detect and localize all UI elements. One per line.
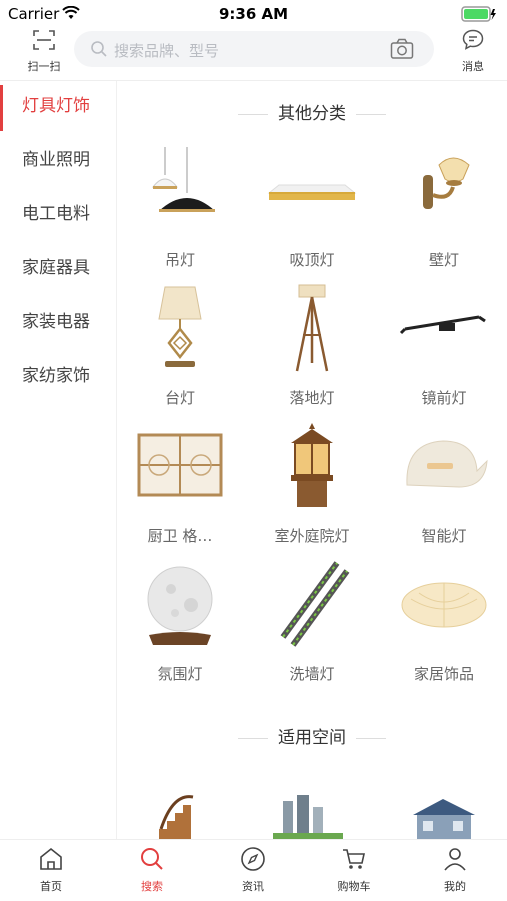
tab-label: 购物车 [337, 880, 371, 893]
category-name: 室外庭院灯 [274, 527, 350, 545]
top-bar: 扫一扫 搜索品牌、型号 消息 [0, 28, 507, 80]
wall-lamp-icon [423, 157, 470, 209]
ceiling-lamp-icon [267, 184, 357, 200]
mirror-lamp-icon [399, 315, 486, 335]
category-name: 吊灯 [164, 251, 195, 269]
sidebar-item-home-appliances[interactable]: 家庭器具 [0, 243, 116, 297]
tab-label: 搜索 [141, 880, 163, 893]
section-title: 适用空间 [278, 728, 346, 748]
bottom-tab-bar: 首页 搜索 资讯 购物车 我的 [0, 839, 507, 901]
tab-news[interactable]: 资讯 [213, 846, 293, 894]
category-name: 氛围灯 [157, 665, 203, 683]
section-header-spaces: 适用空间 [117, 723, 507, 748]
tab-profile[interactable]: 我的 [415, 846, 495, 894]
sidebar-item-electrical[interactable]: 电工电料 [0, 189, 116, 243]
category-sidebar: 灯具灯饰 商业照明 电工电料 家庭器具 家装电器 家纺家饰 [0, 81, 117, 839]
home-decor-lamp-icon [401, 582, 487, 628]
kitchen-bath-lamp-icon [137, 433, 223, 497]
tab-label: 资讯 [242, 880, 264, 893]
sidebar-item-commercial-lighting[interactable]: 商业照明 [0, 135, 116, 189]
tab-home[interactable]: 首页 [11, 846, 91, 894]
house-space-icon[interactable] [409, 797, 479, 839]
pendant-lamp-icon [151, 147, 215, 212]
category-name: 壁灯 [428, 251, 459, 269]
category-item[interactable]: 壁灯 [385, 145, 503, 275]
category-item[interactable]: 台灯 [121, 283, 239, 413]
tab-cart[interactable]: 购物车 [314, 846, 394, 894]
category-name: 智能灯 [421, 527, 467, 545]
category-item[interactable]: 吊灯 [121, 145, 239, 275]
search-icon [141, 848, 163, 870]
category-item[interactable]: 镜前灯 [385, 283, 503, 413]
camera-icon[interactable] [390, 38, 414, 60]
sidebar-item-lighting[interactable]: 灯具灯饰 [0, 81, 116, 135]
compass-icon [241, 847, 265, 871]
category-name: 洗墙灯 [289, 665, 335, 683]
category-content: 其他分类 吊灯 吸顶灯 壁灯 台灯 落地灯 镜前灯 厨卫 格… 室外庭院灯 智能… [117, 81, 507, 839]
smart-lamp-icon [406, 440, 488, 488]
outdoor-garden-lamp-icon [291, 423, 333, 507]
tab-label: 我的 [444, 880, 466, 893]
section-title: 其他分类 [278, 104, 346, 124]
category-item[interactable]: 落地灯 [253, 283, 371, 413]
sidebar-item-home-electrical[interactable]: 家装电器 [0, 297, 116, 351]
messages-label: 消息 [462, 60, 484, 73]
category-name: 厨卫 格… [147, 527, 213, 545]
category-name: 家居饰品 [413, 665, 474, 683]
sidebar-item-home-textiles[interactable]: 家纺家饰 [0, 351, 116, 405]
home-icon [40, 847, 62, 870]
messages-button[interactable]: 消息 [451, 28, 495, 74]
moon-lamp-icon [147, 566, 213, 645]
search-placeholder: 搜索品牌、型号 [114, 42, 220, 60]
section-header-other-categories: 其他分类 [117, 99, 507, 124]
floor-lamp-icon [295, 284, 329, 372]
user-icon [444, 848, 466, 871]
scan-button[interactable]: 扫一扫 [16, 28, 72, 74]
cart-icon [343, 849, 365, 869]
category-name: 吸顶灯 [289, 251, 335, 269]
category-name: 台灯 [164, 389, 195, 407]
category-item[interactable]: 洗墙灯 [253, 559, 371, 689]
space-grid [117, 781, 507, 839]
chat-bubble-icon [462, 29, 484, 50]
category-name: 镜前灯 [421, 389, 467, 407]
category-item[interactable]: 智能灯 [385, 421, 503, 551]
search-input[interactable]: 搜索品牌、型号 [74, 31, 434, 67]
clock: 9:36 AM [218, 5, 289, 23]
staircase-space-icon[interactable] [153, 789, 203, 839]
wall-washer-icon [280, 561, 350, 647]
search-icon [91, 41, 107, 57]
category-item[interactable]: 室外庭院灯 [253, 421, 371, 551]
building-space-icon[interactable] [273, 795, 343, 839]
scan-icon [33, 30, 55, 50]
status-bar: Carrier 9:36 AM [0, 0, 507, 28]
category-item[interactable]: 厨卫 格… [121, 421, 239, 551]
tab-label: 首页 [40, 880, 62, 893]
category-item[interactable]: 吸顶灯 [253, 145, 371, 275]
tab-search[interactable]: 搜索 [112, 846, 192, 894]
category-item[interactable]: 氛围灯 [121, 559, 239, 689]
scan-label: 扫一扫 [27, 60, 61, 73]
table-lamp-icon [158, 286, 202, 367]
battery-icon [461, 6, 496, 22]
category-item[interactable]: 家居饰品 [385, 559, 503, 689]
category-name: 落地灯 [289, 389, 335, 407]
